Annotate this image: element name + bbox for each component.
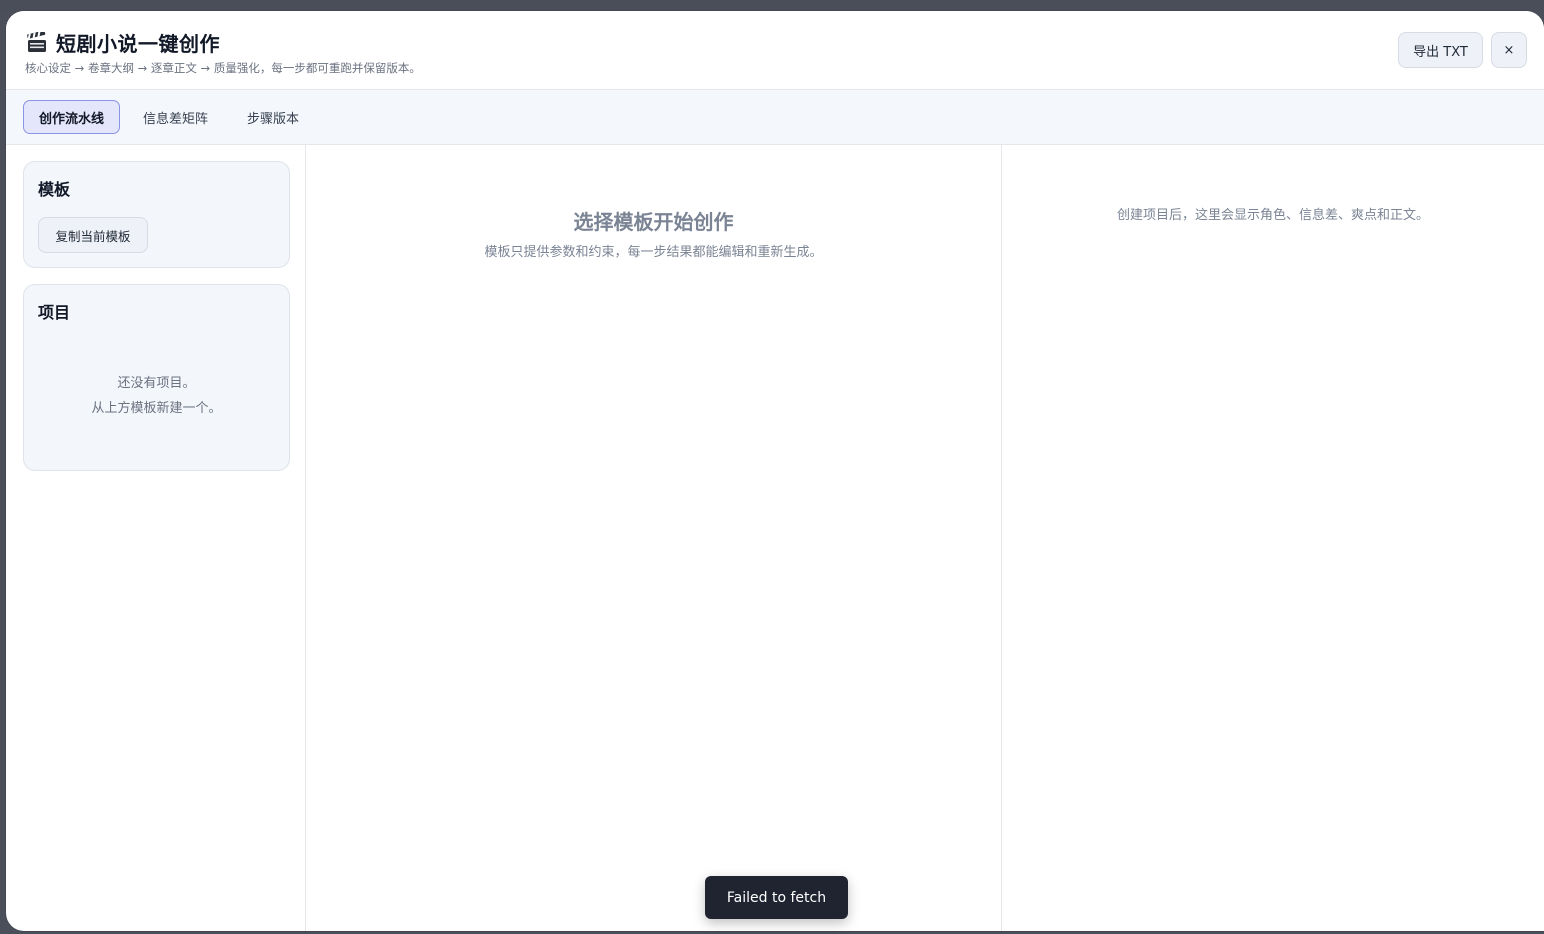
detail-panel: 创建项目后，这里会显示角色、信息差、爽点和正文。 [1002,145,1544,931]
tab-step-versions[interactable]: 步骤版本 [234,100,312,134]
main-empty-subtitle: 模板只提供参数和约束，每一步结果都能编辑和重新生成。 [484,245,823,260]
copy-template-button[interactable]: 复制当前模板 [38,217,148,253]
template-card: 模板 复制当前模板 [23,161,290,268]
tab-pipeline[interactable]: 创作流水线 [23,100,120,134]
page-subtitle: 核心设定 → 卷章大纲 → 逐章正文 → 质量强化，每一步都可重跑并保留版本。 [25,61,421,75]
sidebar: 模板 复制当前模板 项目 还没有项目。 从上方模板新建一个。 [6,145,306,931]
projects-card-title: 项目 [38,303,71,322]
projects-empty-line1: 还没有项目。 [117,376,196,391]
export-txt-button[interactable]: 导出 TXT [1398,32,1483,68]
modal-header: 短剧小说一键创作 核心设定 → 卷章大纲 → 逐章正文 → 质量强化，每一步都可… [6,11,1544,90]
close-button[interactable]: × [1491,32,1527,68]
projects-card: 项目 还没有项目。 从上方模板新建一个。 [23,284,290,471]
page-title: 短剧小说一键创作 [56,32,220,56]
template-card-title: 模板 [38,180,71,199]
clapperboard-icon [26,29,48,54]
error-toast: Failed to fetch [705,876,848,919]
main-empty-title: 选择模板开始创作 [573,210,734,234]
main-panel: 选择模板开始创作 模板只提供参数和约束，每一步结果都能编辑和重新生成。 [306,145,1002,931]
projects-empty-line2: 从上方模板新建一个。 [91,401,222,416]
tab-info-gap-matrix[interactable]: 信息差矩阵 [133,100,218,134]
title-row: 短剧小说一键创作 [26,28,220,57]
detail-placeholder: 创建项目后，这里会显示角色、信息差、爽点和正文。 [1116,208,1429,223]
creation-modal: 短剧小说一键创作 核心设定 → 卷章大纲 → 逐章正文 → 质量强化，每一步都可… [6,11,1544,931]
tab-bar: 创作流水线 信息差矩阵 步骤版本 [6,90,1544,145]
